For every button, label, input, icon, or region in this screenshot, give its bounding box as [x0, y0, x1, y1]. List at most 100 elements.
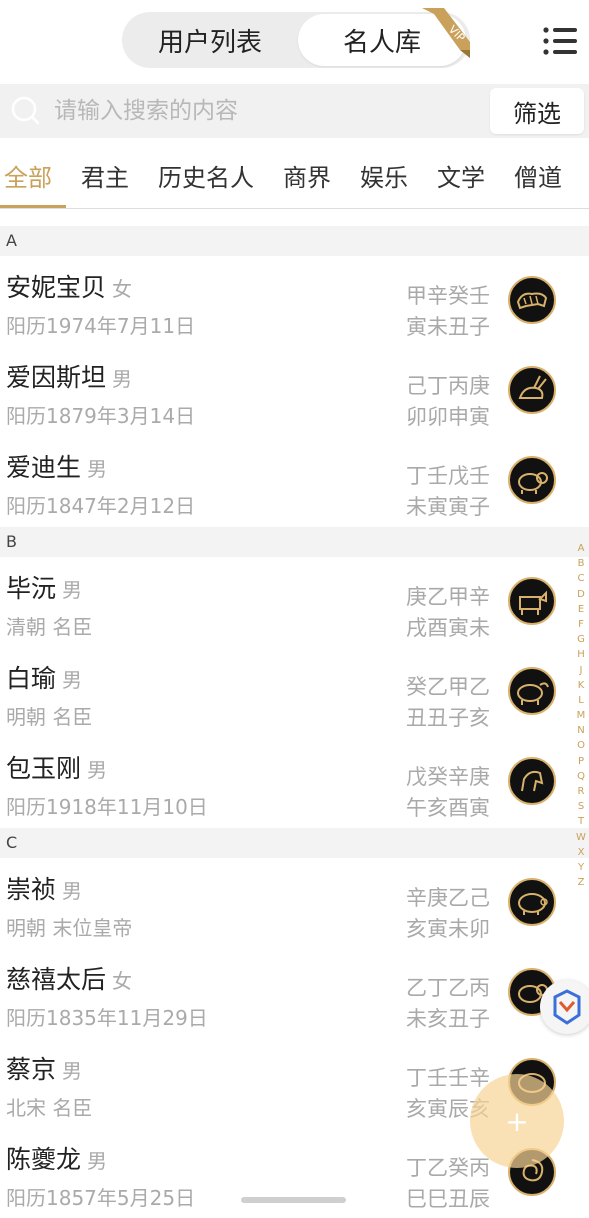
bazi-stems: 甲辛癸壬: [406, 284, 490, 308]
gender-label: 男: [87, 457, 108, 481]
index-letter-o[interactable]: O: [574, 738, 588, 753]
person-subtitle: 明朝 名臣: [6, 705, 93, 729]
person-subtitle: 阳历1857年5月25日: [6, 1186, 196, 1210]
index-letter-k[interactable]: K: [574, 678, 588, 693]
section-header-a: A: [0, 226, 589, 256]
bazi-stems: 乙丁乙丙: [406, 976, 490, 1000]
person-name: 陈夔龙男: [6, 1145, 108, 1174]
list-item[interactable]: 爱迪生男 阳历1847年2月12日 丁壬戊壬 未寅寅子: [0, 436, 560, 526]
person-name: 安妮宝贝女: [6, 273, 133, 302]
home-indicator: [241, 1197, 346, 1203]
list-item[interactable]: 崇祯男 明朝 末位皇帝 辛庚乙己 亥寅未卯: [0, 858, 560, 948]
person-name: 蔡京男: [6, 1055, 83, 1084]
add-button[interactable]: +: [470, 1074, 564, 1168]
tab-entertainment[interactable]: 娱乐: [360, 160, 408, 196]
horse-icon: [508, 757, 556, 805]
person-subtitle: 明朝 末位皇帝: [6, 916, 133, 940]
tab-all[interactable]: 全部: [4, 160, 52, 196]
bazi-branches: 丑丑子亥: [406, 706, 490, 730]
person-name: 慈禧太后女: [6, 965, 133, 994]
bazi-stems: 丁壬戊壬: [406, 464, 490, 488]
tab-user-list[interactable]: 用户列表: [122, 12, 298, 68]
index-letter-q[interactable]: Q: [574, 769, 588, 784]
category-tabs: 全部 君主 历史名人 商界 娱乐 文学 僧道: [0, 146, 589, 209]
gender-label: 男: [62, 879, 83, 903]
person-subtitle: 阳历1918年11月10日: [6, 795, 208, 819]
tab-business[interactable]: 商界: [283, 160, 331, 196]
list-item[interactable]: 安妮宝贝女 阳历1974年7月11日 甲辛癸壬 寅未丑子: [0, 256, 560, 346]
section-header-b: B: [0, 527, 589, 557]
index-letter-r[interactable]: R: [574, 784, 588, 799]
index-letter-t[interactable]: T: [574, 814, 588, 829]
filter-button[interactable]: 筛选: [490, 88, 584, 134]
bazi-branches: 戌酉寅未: [406, 616, 490, 640]
person-subtitle: 北宋 名臣: [6, 1096, 93, 1120]
list-item[interactable]: 毕沅男 清朝 名臣 庚乙甲辛 戌酉寅未: [0, 557, 560, 647]
active-tab-indicator: [0, 205, 66, 208]
tab-monk-taoist[interactable]: 僧道: [514, 160, 562, 196]
bazi-stems: 辛庚乙己: [406, 886, 490, 910]
index-letter-c[interactable]: C: [574, 571, 588, 586]
list-item[interactable]: 包玉刚男 阳历1918年11月10日 戊癸辛庚 午亥酉寅: [0, 737, 560, 827]
person-subtitle: 阳历1835年11月29日: [6, 1006, 208, 1030]
index-letter-h[interactable]: H: [574, 647, 588, 662]
index-letter-m[interactable]: M: [574, 708, 588, 723]
index-letter-s[interactable]: S: [574, 799, 588, 814]
person-name: 毕沅男: [6, 574, 83, 603]
bazi-stems: 戊癸辛庚: [406, 765, 490, 789]
index-letter-n[interactable]: N: [574, 723, 588, 738]
pig-icon: [508, 878, 556, 926]
index-letter-f[interactable]: F: [574, 617, 588, 632]
tab-monarch[interactable]: 君主: [81, 160, 129, 196]
bazi-branches: 未寅寅子: [406, 495, 490, 519]
rabbit-icon: [508, 366, 556, 414]
list-item[interactable]: 爱因斯坦男 阳历1879年3月14日 己丁丙庚 卯卯申寅: [0, 346, 560, 436]
bazi-branches: 未亥丑子: [406, 1007, 490, 1031]
index-letter-w[interactable]: W: [574, 830, 588, 845]
person-name: 白瑜男: [6, 664, 83, 693]
hamburger-menu-icon[interactable]: [540, 24, 580, 58]
person-subtitle: 阳历1974年7月11日: [6, 314, 196, 338]
alphabet-index[interactable]: ABCDEFGHJKLMNOPQRSTWXYZ: [574, 541, 588, 890]
bazi-branches: 卯卯申寅: [406, 405, 490, 429]
gender-label: 女: [112, 277, 133, 301]
search-input[interactable]: 请输入搜索的内容: [54, 84, 238, 138]
top-bar: 用户列表 名人库 VIP: [0, 0, 589, 80]
bazi-stems: 丁壬壬辛: [406, 1066, 490, 1090]
person-name: 包玉刚男: [6, 754, 108, 783]
index-letter-y[interactable]: Y: [574, 860, 588, 875]
index-letter-z[interactable]: Z: [574, 875, 588, 890]
index-letter-j[interactable]: J: [574, 663, 588, 678]
app-logo-icon[interactable]: [540, 980, 589, 1034]
index-letter-a[interactable]: A: [574, 541, 588, 556]
tab-literature[interactable]: 文学: [437, 160, 485, 196]
bazi-stems: 癸乙甲乙: [406, 675, 490, 699]
index-letter-d[interactable]: D: [574, 587, 588, 602]
bazi-branches: 寅未丑子: [406, 315, 490, 339]
gender-label: 男: [87, 758, 108, 782]
person-subtitle: 清朝 名臣: [6, 615, 93, 639]
person-name: 崇祯男: [6, 875, 83, 904]
list-item[interactable]: 白瑜男 明朝 名臣 癸乙甲乙 丑丑子亥: [0, 647, 560, 737]
index-letter-x[interactable]: X: [574, 845, 588, 860]
gender-label: 男: [112, 367, 133, 391]
index-letter-e[interactable]: E: [574, 602, 588, 617]
index-letter-g[interactable]: G: [574, 632, 588, 647]
dog-icon: [508, 577, 556, 625]
bazi-stems: 己丁丙庚: [406, 374, 490, 398]
ox-icon: [508, 667, 556, 715]
person-subtitle: 阳历1847年2月12日: [6, 494, 196, 518]
list-item[interactable]: 慈禧太后女 阳历1835年11月29日 乙丁乙丙 未亥丑子: [0, 948, 560, 1038]
section-header-c: C: [0, 828, 589, 858]
tiger-icon: [508, 276, 556, 324]
index-letter-b[interactable]: B: [574, 556, 588, 571]
index-letter-p[interactable]: P: [574, 754, 588, 769]
gender-label: 男: [62, 668, 83, 692]
index-letter-l[interactable]: L: [574, 693, 588, 708]
bazi-stems: 庚乙甲辛: [406, 585, 490, 609]
gender-label: 男: [62, 578, 83, 602]
goat-icon: [508, 456, 556, 504]
gender-label: 男: [87, 1149, 108, 1173]
tab-historical[interactable]: 历史名人: [158, 160, 254, 196]
person-subtitle: 阳历1879年3月14日: [6, 404, 196, 428]
